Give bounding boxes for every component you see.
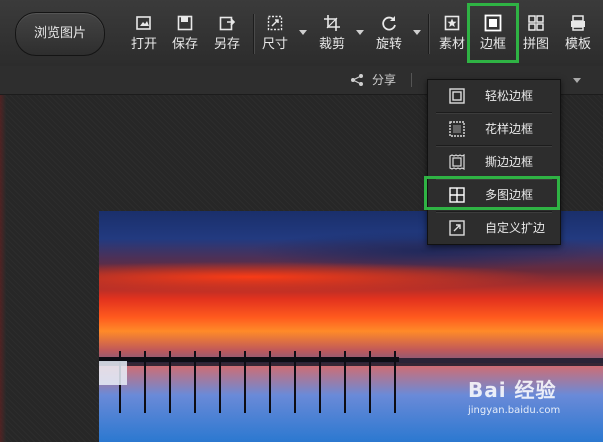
material-label: 素材 [438,37,465,52]
material-button[interactable]: 素材 [432,6,472,60]
border-dropdown-menu: 轻松边框 花样边框 撕边边框 多图边框 自定义扩边 [427,79,561,245]
collage-button[interactable]: 拼图 [516,6,556,60]
resize-label: 尺寸 [261,37,288,52]
rotate-dropdown-caret[interactable] [413,30,421,35]
multi-image-border-highlight [424,176,560,210]
resize-dropdown-caret[interactable] [299,30,307,35]
top-toolbar: 浏览图片 打开 保存 另存 尺寸 裁剪 旋转 素材 边框 拼图 模板 [0,0,603,67]
torn-edge-border-icon [449,154,465,170]
rotate-icon [382,16,396,31]
subbar-dropdown-caret[interactable] [573,78,581,83]
watermark-brand: Bai 经验 [468,378,557,402]
rotate-button[interactable]: 旋转 [369,6,409,60]
save-button[interactable]: 保存 [165,6,205,60]
save-as-button[interactable]: 另存 [207,6,247,60]
collage-label: 拼图 [522,37,549,52]
rotate-label: 旋转 [375,37,402,52]
baidu-jingyan-watermark: Bai 经验 jingyan.baidu.com [468,374,598,434]
template-icon [571,15,585,31]
collage-icon [528,15,544,31]
material-icon [444,15,460,31]
toolbar-divider [428,14,429,54]
share-label[interactable]: 分享 [372,71,396,88]
save-as-icon [219,16,236,31]
menu-item-pattern-border[interactable]: 花样边框 [428,113,560,145]
watermark-site: jingyan.baidu.com [468,405,561,416]
border-button-highlight [467,3,519,63]
crop-dropdown-caret[interactable] [356,30,364,35]
save-icon [177,15,193,31]
save-label: 保存 [171,37,198,52]
pattern-border-icon [449,121,465,137]
open-icon [136,16,151,30]
canvas-left-edge [0,95,6,442]
template-button[interactable]: 模板 [558,6,598,60]
menu-item-custom-expand[interactable]: 自定义扩边 [428,212,560,244]
browse-images-button[interactable]: 浏览图片 [15,12,105,56]
menu-item-label: 轻松边框 [485,89,534,103]
subbar-divider [411,73,412,87]
resize-button[interactable]: 尺寸 [255,6,295,60]
crop-button[interactable]: 裁剪 [312,6,352,60]
custom-expand-icon [449,220,465,236]
open-label: 打开 [130,37,157,52]
simple-border-icon [449,88,465,104]
open-button[interactable]: 打开 [124,6,164,60]
crop-icon [324,15,340,31]
template-label: 模板 [564,37,591,52]
toolbar-divider [253,14,254,54]
resize-icon [267,15,283,31]
menu-item-simple-border[interactable]: 轻松边框 [428,80,560,112]
menu-item-label: 自定义扩边 [485,221,546,235]
share-icon[interactable] [350,73,364,87]
crop-label: 裁剪 [318,37,345,52]
save-as-label: 另存 [213,37,240,52]
menu-item-label: 撕边边框 [485,155,534,169]
menu-item-torn-edge-border[interactable]: 撕边边框 [428,146,560,178]
menu-item-label: 花样边框 [485,122,534,136]
